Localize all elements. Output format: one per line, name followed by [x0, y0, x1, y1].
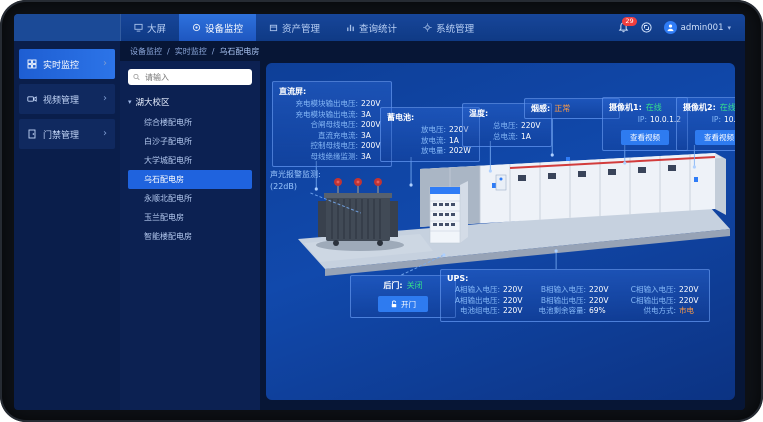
sidebar-item-realtime-monitoring[interactable]: 实时监控 ›: [19, 49, 115, 79]
nav-label: 查询统计: [359, 21, 397, 35]
screen-icon: [134, 23, 143, 32]
breadcrumb-item[interactable]: 实时监控: [175, 46, 207, 57]
tree-item[interactable]: 玉兰配电房: [128, 208, 252, 227]
user-icon: [666, 23, 675, 32]
smoke-status: 正常: [554, 103, 570, 114]
panel-title: 摄像机2:: [683, 102, 716, 113]
panel-title: UPS:: [447, 274, 703, 283]
sidebar-item-video-management[interactable]: 视频管理 ›: [19, 84, 115, 114]
app-screen: 大屏 设备监控 资产管理: [14, 14, 745, 410]
main-nav: 大屏 设备监控 资产管理: [121, 14, 487, 41]
settings-icon: [423, 23, 432, 32]
top-navbar: 大屏 设备监控 资产管理: [14, 14, 745, 41]
tree-item[interactable]: 永顺北配电所: [128, 189, 252, 208]
dc-screen-panel: 直流屏: 充电模块输出电压:220V 充电模块输出电流:3A 合闸母线电压:20…: [272, 81, 392, 167]
nav-label: 设备监控: [205, 21, 243, 35]
chevron-right-icon: ›: [103, 129, 107, 139]
user-menu[interactable]: admin001 ▾: [664, 21, 731, 34]
nav-label: 大屏: [147, 21, 166, 35]
camera1-status: 在线: [646, 102, 662, 113]
tree-root-label: 湖大校区: [136, 96, 170, 108]
search-icon: [133, 73, 140, 81]
unlock-icon: [390, 300, 398, 308]
avatar: [664, 21, 677, 34]
nav-item-dashboard[interactable]: 大屏: [121, 14, 179, 41]
tree-item[interactable]: 大学城配电所: [128, 151, 252, 170]
tree-search[interactable]: [128, 69, 252, 85]
view-video-button[interactable]: 查看视频: [621, 130, 669, 145]
alarm-title: 声光报警监测:: [270, 169, 321, 181]
notification-badge: 29: [622, 17, 636, 26]
station-tree-panel: ▾ 湖大校区 综合楼配电所 白沙子配电所 大学城配电所 乌石配电房 永顺北配电所…: [120, 61, 260, 410]
logo: [14, 14, 121, 41]
ups-panel: UPS: A相输入电压:220V B相输入电压:220V C相输入电压:220V…: [440, 269, 710, 322]
tree-item[interactable]: 综合楼配电所: [128, 113, 252, 132]
sidebar-item-access-management[interactable]: 门禁管理 ›: [19, 119, 115, 149]
camera2-status: 在线: [720, 102, 735, 113]
chevron-down-icon: ▾: [727, 24, 731, 32]
video-camera-icon: [27, 94, 37, 104]
sidebar-item-label: 门禁管理: [43, 128, 79, 141]
tree-item[interactable]: 白沙子配电所: [128, 132, 252, 151]
panel-title: 烟感:: [531, 103, 550, 114]
breadcrumb-separator: /: [167, 47, 170, 56]
search-input[interactable]: [143, 72, 247, 83]
camera2-panel: 摄像机2: 在线 IP:10.0.1.3 查看视频: [676, 97, 735, 151]
panel-title: 摄像机1:: [609, 102, 642, 113]
tree-item-selected[interactable]: 乌石配电房: [128, 170, 252, 189]
door-access-icon: [27, 129, 37, 139]
breadcrumb: 设备监控 / 实时监控 / 乌石配电房: [120, 41, 745, 61]
door-status: 关闭: [407, 280, 423, 291]
breadcrumb-item[interactable]: 设备监控: [130, 46, 162, 57]
content-area: 设备监控 / 实时监控 / 乌石配电房 ▾: [120, 41, 745, 410]
user-name: admin001: [681, 23, 724, 33]
asset-icon: [269, 23, 278, 32]
open-door-button[interactable]: 开门: [378, 296, 428, 312]
power-supply-mode-value: 市电: [679, 306, 703, 317]
alarm-value: (22dB): [270, 181, 321, 193]
sound-light-alarm-label: 声光报警监测: (22dB): [270, 169, 321, 193]
nav-item-device-monitoring[interactable]: 设备监控: [179, 14, 256, 41]
breadcrumb-item-current: 乌石配电房: [219, 46, 259, 57]
breadcrumb-separator: /: [212, 47, 215, 56]
nav-item-query-statistics[interactable]: 查询统计: [333, 14, 410, 41]
nav-label: 系统管理: [436, 21, 474, 35]
caret-down-icon: ▾: [128, 98, 132, 106]
device-frame: 大屏 设备监控 资产管理: [0, 0, 763, 422]
chevron-right-icon: ›: [103, 59, 107, 69]
view-video-button[interactable]: 查看视频: [695, 130, 735, 145]
stats-icon: [346, 23, 355, 32]
tree-item[interactable]: 智能楼配电房: [128, 227, 252, 246]
panel-title: 直流屏:: [279, 86, 385, 97]
room-visualization-panel: 直流屏: 充电模块输出电压:220V 充电模块输出电流:3A 合闸母线电压:20…: [266, 63, 735, 400]
panel-title: 后门:: [383, 280, 402, 291]
fullscreen-button[interactable]: [641, 22, 652, 33]
realtime-monitor-icon: [27, 59, 37, 69]
notifications-button[interactable]: 29: [618, 22, 629, 33]
tree-root-node[interactable]: ▾ 湖大校区: [128, 94, 252, 113]
monitor-icon: [192, 23, 201, 32]
fullscreen-icon: [641, 22, 652, 33]
nav-label: 资产管理: [282, 21, 320, 35]
sidebar-item-label: 实时监控: [43, 58, 79, 71]
nav-item-asset-management[interactable]: 资产管理: [256, 14, 333, 41]
panel-title: 蓄电池:: [387, 112, 473, 123]
chevron-right-icon: ›: [103, 94, 107, 104]
nav-item-system-management[interactable]: 系统管理: [410, 14, 487, 41]
nav-right-tools: 29 admin001 ▾: [618, 14, 745, 41]
sidebar-item-label: 视频管理: [43, 93, 79, 106]
left-sidebar: 实时监控 › 视频管理 › 门禁管理 ›: [14, 41, 120, 410]
